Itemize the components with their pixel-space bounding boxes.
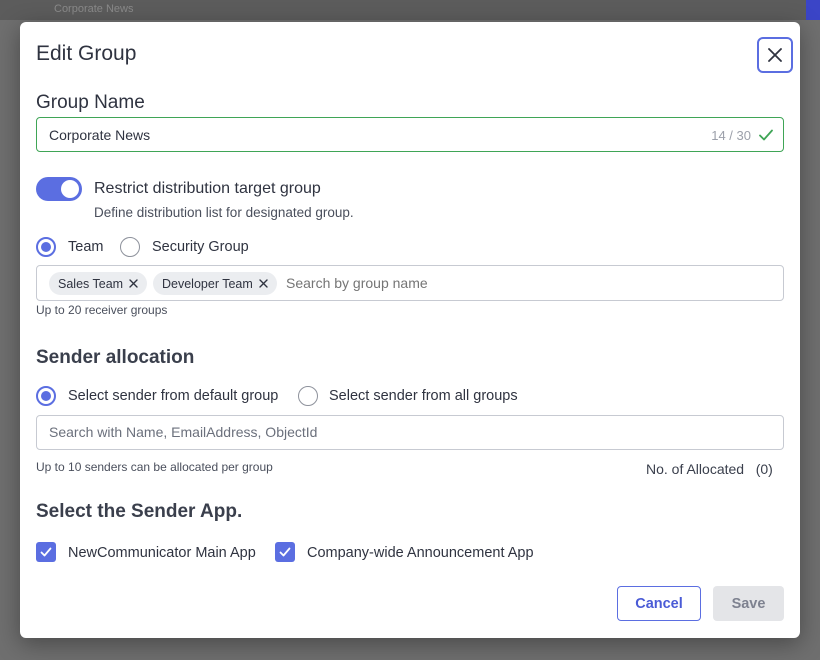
close-button[interactable]	[757, 37, 793, 73]
checkbox-main-app[interactable]	[36, 542, 56, 562]
group-search-input[interactable]	[286, 275, 686, 291]
radio-default-group-label: Select sender from default group	[68, 388, 279, 404]
backdrop-accent-block	[806, 0, 820, 20]
radio-all-groups-label: Select sender from all groups	[329, 388, 518, 404]
group-name-input[interactable]: Corporate News 14 / 30	[36, 117, 784, 152]
receiver-group-tag-input[interactable]: Sales Team Developer Team	[36, 265, 784, 301]
chip-label: Developer Team	[162, 276, 253, 291]
checkbox-main-app-label: NewCommunicator Main App	[68, 545, 256, 561]
sender-search-field[interactable]	[36, 415, 784, 450]
backdrop-title: Corporate News	[54, 3, 134, 15]
restrict-toggle-description: Define distribution list for designated …	[94, 205, 354, 220]
sender-search-input[interactable]	[49, 424, 749, 440]
close-icon	[768, 48, 782, 62]
remove-chip-button[interactable]	[129, 279, 138, 288]
allocated-count: No. of Allocated (0)	[646, 461, 773, 477]
receiver-groups-hint: Up to 20 receiver groups	[36, 303, 168, 317]
edit-group-dialog: Edit Group Group Name Corporate News 14 …	[20, 22, 800, 638]
checkmark-icon	[279, 547, 291, 557]
chip-developer-team: Developer Team	[153, 272, 277, 295]
group-name-value: Corporate News	[49, 127, 151, 143]
sender-app-heading: Select the Sender App.	[36, 501, 243, 522]
restrict-distribution-toggle[interactable]	[36, 177, 82, 201]
checkmark-icon	[759, 129, 773, 141]
radio-security-group-label: Security Group	[152, 239, 249, 255]
toggle-knob	[61, 180, 79, 198]
dialog-title: Edit Group	[36, 42, 137, 65]
char-counter: 14 / 30	[711, 128, 751, 143]
radio-security-group[interactable]	[120, 237, 140, 257]
remove-chip-button[interactable]	[259, 279, 268, 288]
sender-allocation-heading: Sender allocation	[36, 347, 195, 368]
save-button[interactable]: Save	[713, 586, 784, 621]
sender-limit-hint: Up to 10 senders can be allocated per gr…	[36, 460, 273, 474]
checkbox-announcement-app[interactable]	[275, 542, 295, 562]
radio-team[interactable]	[36, 237, 56, 257]
chip-sales-team: Sales Team	[49, 272, 148, 295]
checkbox-announcement-app-label: Company-wide Announcement App	[307, 545, 534, 561]
radio-default-group-sender[interactable]	[36, 386, 56, 406]
restrict-toggle-label: Restrict distribution target group	[94, 180, 321, 197]
group-name-label: Group Name	[36, 92, 145, 113]
close-icon	[259, 279, 268, 288]
checkmark-icon	[40, 547, 52, 557]
backdrop-header: Corporate News	[0, 0, 820, 20]
close-icon	[129, 279, 138, 288]
chip-label: Sales Team	[58, 276, 124, 291]
radio-all-groups-sender[interactable]	[298, 386, 318, 406]
cancel-button[interactable]: Cancel	[617, 586, 701, 621]
radio-team-label: Team	[68, 239, 104, 255]
